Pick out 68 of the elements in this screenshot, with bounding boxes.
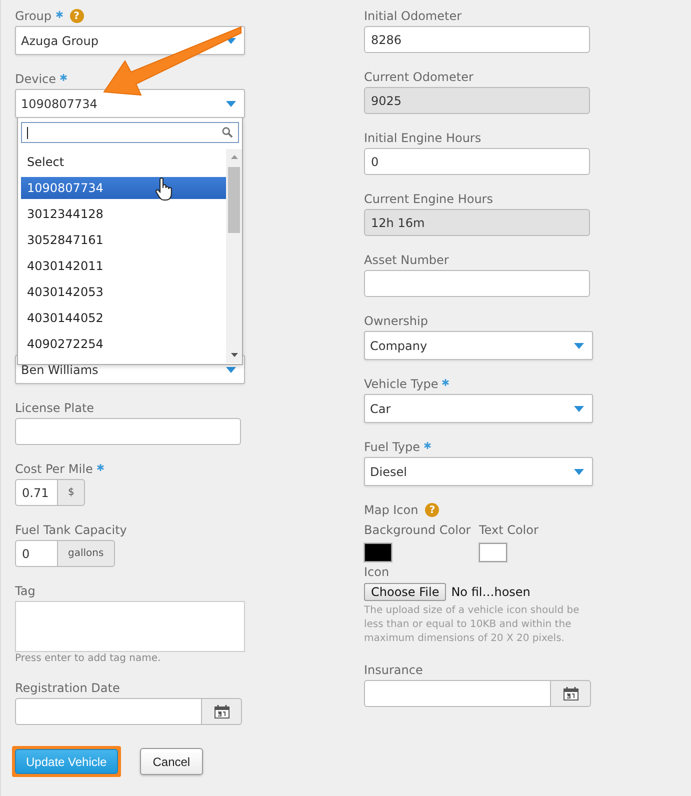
field-label: Current Engine Hours xyxy=(364,192,493,206)
unit-label: gallons xyxy=(58,540,115,567)
field-label: Device xyxy=(15,72,56,86)
caret-icon xyxy=(574,342,584,348)
scroll-down-icon[interactable] xyxy=(230,353,238,357)
field-label: Asset Number xyxy=(364,253,449,267)
field-label: Group xyxy=(15,9,52,23)
dropdown-option[interactable]: 4090272254 xyxy=(21,331,226,357)
calendar-icon xyxy=(562,686,578,700)
help-text: The upload size of a vehicle icon should be less than or equal to 10KB and within the maximum dimensions of 20 X 20 pixels. xyxy=(364,604,580,646)
readonly-field: 9025 xyxy=(364,87,590,114)
text-field[interactable] xyxy=(364,270,590,297)
readonly-field: 12h 16m xyxy=(364,209,590,236)
text-field[interactable] xyxy=(15,418,241,445)
search-field[interactable] xyxy=(21,122,239,143)
field-label: Fuel Tank Capacity xyxy=(15,523,127,537)
calendar-icon xyxy=(214,704,230,718)
caret-icon xyxy=(574,468,584,474)
dropdown-option[interactable]: 1090807734 xyxy=(21,177,226,199)
scrollbar[interactable] xyxy=(226,149,242,363)
number-field[interactable]: 0.71 xyxy=(15,479,58,506)
file-name: No fil…hosen xyxy=(451,585,530,599)
dropdown-option[interactable]: 3012344128 xyxy=(21,201,226,227)
field-label: Background Color xyxy=(364,522,472,539)
hand-cursor-icon xyxy=(155,177,173,201)
field-label: Insurance xyxy=(364,663,423,677)
choose-file-button[interactable]: Choose File xyxy=(364,583,446,601)
field-label: Initial Engine Hours xyxy=(364,131,482,145)
number-field[interactable]: 0 xyxy=(15,540,58,567)
scroll-thumb[interactable] xyxy=(228,167,240,233)
field-label: Vehicle Type xyxy=(364,377,438,391)
caret-icon xyxy=(226,100,236,106)
dropdown[interactable]: Company xyxy=(364,331,593,360)
date-field[interactable] xyxy=(15,698,202,725)
field-label: Icon xyxy=(364,564,390,581)
hint-text: Press enter to add tag name. xyxy=(15,653,162,664)
field-label: Registration Date xyxy=(15,681,120,695)
scroll-up-icon[interactable] xyxy=(230,155,238,159)
color-swatch[interactable] xyxy=(364,543,392,562)
calendar-button[interactable] xyxy=(202,698,242,725)
field-label: Fuel Type xyxy=(364,440,420,454)
dropdown-option[interactable]: Select xyxy=(21,149,226,175)
dropdown-option[interactable]: 4030142053 xyxy=(21,279,226,305)
field-label: Tag xyxy=(15,584,36,598)
field-label: License Plate xyxy=(15,401,94,415)
dropdown-option[interactable]: 4030142011 xyxy=(21,253,226,279)
dropdown-option[interactable]: 4030144052 xyxy=(21,305,226,331)
field-label: Initial Odometer xyxy=(364,9,462,23)
date-field[interactable] xyxy=(364,680,551,707)
dropdown[interactable]: 1090807734 xyxy=(15,89,245,118)
field-label: Ownership xyxy=(364,314,428,328)
dropdown-option[interactable]: 3052847161 xyxy=(21,227,226,253)
tag-field[interactable] xyxy=(15,601,245,652)
search-icon xyxy=(222,127,233,138)
color-swatch[interactable] xyxy=(479,543,507,562)
calendar-button[interactable] xyxy=(551,680,591,707)
text-field[interactable]: 8286 xyxy=(364,26,590,53)
dropdown[interactable]: Car xyxy=(364,394,593,423)
text-field[interactable]: 0 xyxy=(364,148,590,175)
field-label: Cost Per Mile xyxy=(15,462,93,476)
field-label: Current Odometer xyxy=(364,70,474,84)
field-label: Map Icon xyxy=(364,503,418,517)
caret-icon xyxy=(574,406,584,412)
dropdown[interactable]: Azuga Group xyxy=(15,26,245,55)
dropdown[interactable]: Diesel xyxy=(364,457,593,486)
field-label: Text Color xyxy=(479,522,540,539)
unit-label: $ xyxy=(58,479,86,506)
cancel-button[interactable]: Cancel xyxy=(140,748,204,775)
